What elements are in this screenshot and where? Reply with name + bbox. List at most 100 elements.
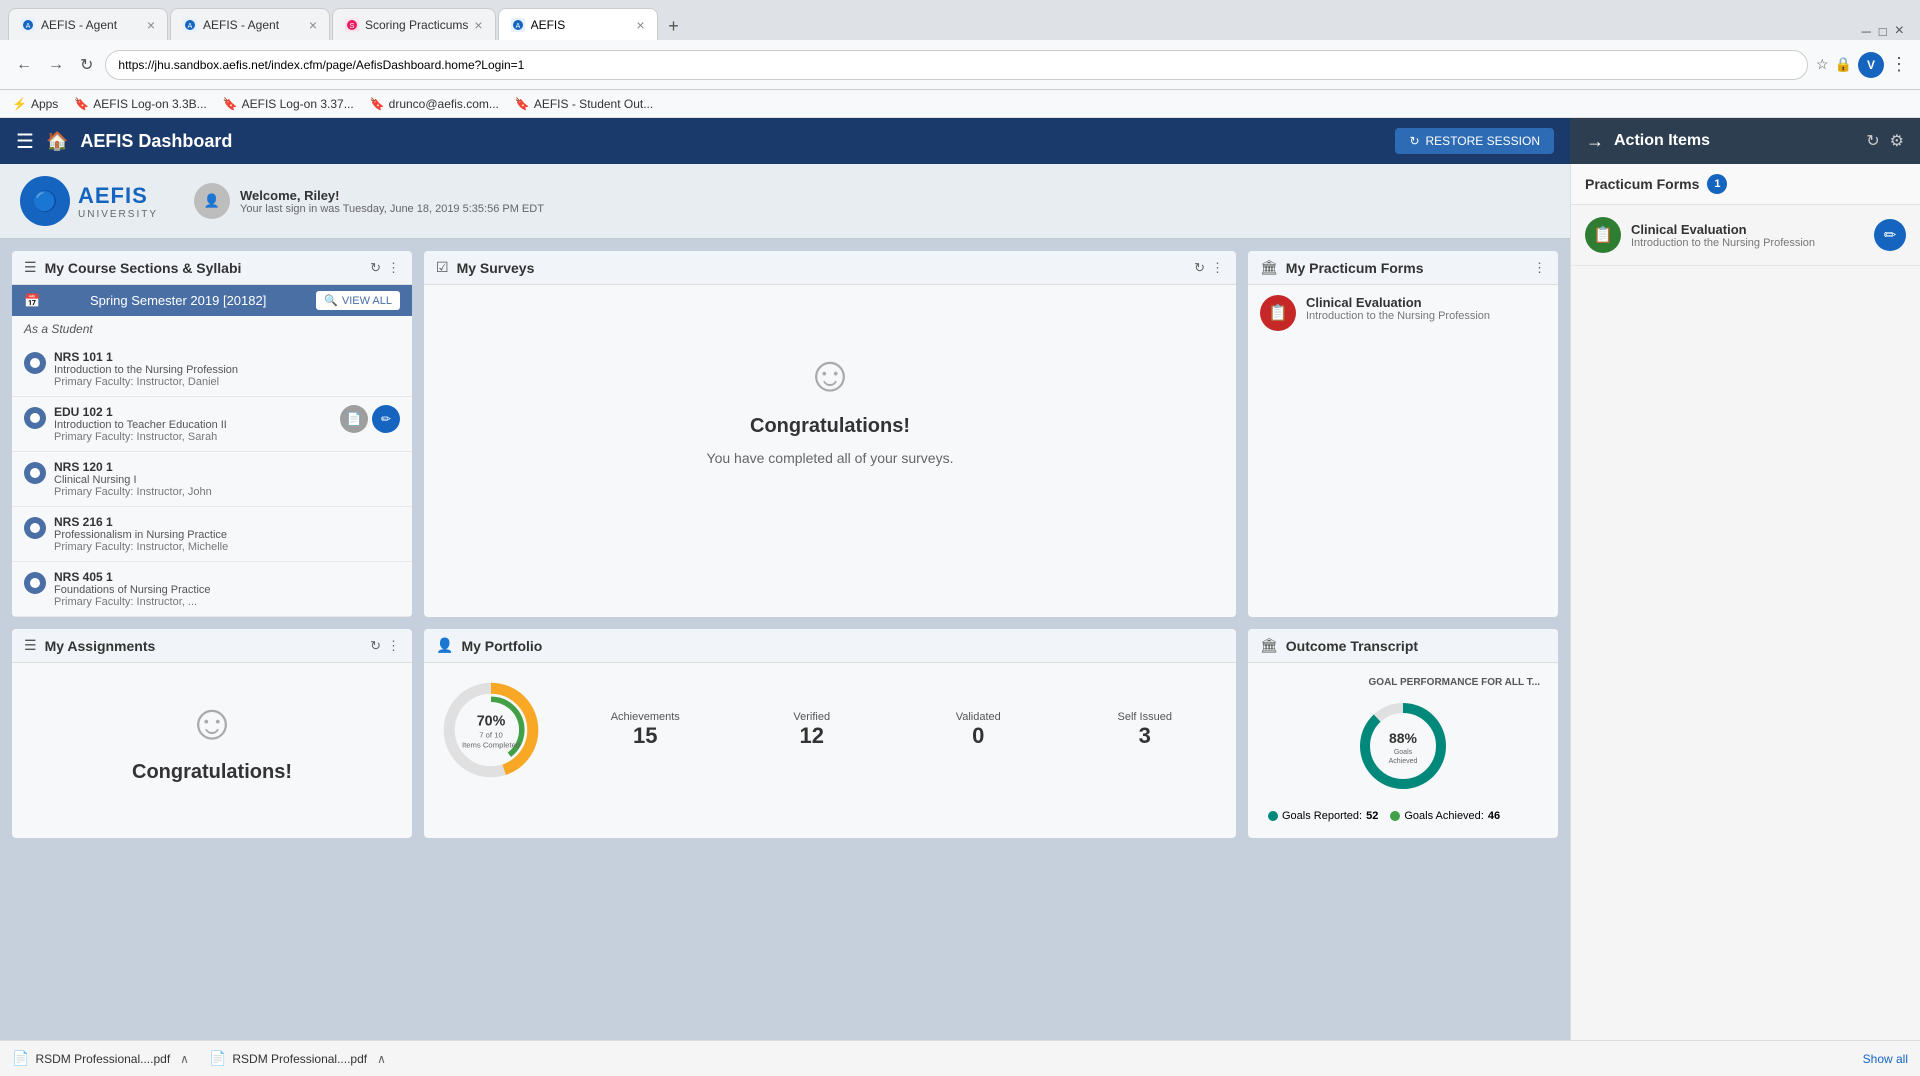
- course-actions-edu102: 📄 ✏: [340, 405, 400, 433]
- tab-4-close[interactable]: ×: [636, 17, 644, 33]
- minimize-button[interactable]: ─: [1862, 24, 1871, 39]
- new-tab-button[interactable]: +: [660, 12, 688, 40]
- tab-3[interactable]: S Scoring Practicums ×: [332, 8, 496, 40]
- assignments-refresh-icon[interactable]: ↻: [370, 638, 381, 654]
- bookmark-aefis-2[interactable]: 🔖 AEFIS Log-on 3.37...: [223, 97, 354, 111]
- svg-text:7 of 10: 7 of 10: [479, 731, 503, 740]
- course-doc-button-edu102[interactable]: 📄: [340, 405, 368, 433]
- course-sections-icon: ☰: [24, 259, 37, 276]
- course-code-nrs216: NRS 216 1: [54, 515, 400, 529]
- surveys-refresh-icon[interactable]: ↻: [1194, 260, 1205, 276]
- tab-bar: A AEFIS - Agent × A AEFIS - Agent × S Sc…: [0, 0, 1920, 40]
- course-faculty-nrs120: Primary Faculty: Instructor, John: [54, 486, 400, 498]
- main-content: 🔵 AEFIS UNIVERSITY 👤 Welcome, Riley! You…: [0, 164, 1570, 1040]
- portfolio-donut-svg: 70% 7 of 10 Items Completed: [436, 675, 546, 785]
- course-name-nrs216: Professionalism in Nursing Practice: [54, 529, 400, 541]
- forward-button[interactable]: →: [44, 52, 68, 78]
- course-code-nrs101: NRS 101 1: [54, 350, 400, 364]
- svg-text:Items Completed: Items Completed: [462, 741, 520, 750]
- outcome-icon: 🏛: [1260, 637, 1278, 654]
- practicum-more-icon[interactable]: ⋮: [1533, 260, 1546, 276]
- logo-name: AEFIS: [78, 183, 158, 209]
- tab-1[interactable]: A AEFIS - Agent ×: [8, 8, 168, 40]
- hamburger-menu[interactable]: ☰: [16, 129, 34, 154]
- back-button[interactable]: ←: [12, 52, 36, 78]
- assignments-congratulations: ☺ Congratulations!: [12, 663, 412, 814]
- address-input[interactable]: [105, 50, 1808, 80]
- svg-text:Achieved: Achieved: [1389, 758, 1418, 765]
- tab-2-close[interactable]: ×: [309, 17, 317, 33]
- course-dot-nrs405: [24, 572, 46, 594]
- smiley-icon: ☺: [804, 345, 855, 403]
- course-sections-actions: ↻ ⋮: [370, 260, 400, 276]
- close-window-button[interactable]: ×: [1895, 22, 1904, 40]
- user-greeting: Welcome, Riley! Your last sign in was Tu…: [240, 188, 544, 215]
- faculty-name: Instructor, Daniel: [137, 376, 220, 388]
- bookmark-aefis-1[interactable]: 🔖 AEFIS Log-on 3.3B...: [74, 97, 206, 111]
- course-sections-refresh-icon[interactable]: ↻: [370, 260, 381, 276]
- tab-4[interactable]: A AEFIS ×: [498, 8, 658, 40]
- assignments-more-icon[interactable]: ⋮: [387, 638, 400, 654]
- download-item-2[interactable]: 📄 RSDM Professional....pdf ∧: [209, 1050, 386, 1067]
- action-panel-header: → Action Items ↻ ⚙: [1570, 118, 1920, 164]
- maximize-button[interactable]: □: [1879, 24, 1887, 39]
- star-icon[interactable]: ☆: [1816, 56, 1829, 73]
- course-faculty-edu102: Primary Faculty: Instructor, Sarah: [54, 431, 332, 443]
- show-all-downloads[interactable]: Show all: [1863, 1052, 1908, 1066]
- app-header: ☰ 🏠 AEFIS Dashboard ↻ RESTORE SESSION → …: [0, 118, 1920, 164]
- menu-icon[interactable]: ⋮: [1890, 54, 1908, 75]
- tab-3-favicon: S: [345, 18, 359, 32]
- assignments-actions: ↻ ⋮: [370, 638, 400, 654]
- restore-session-button[interactable]: ↻ RESTORE SESSION: [1395, 128, 1554, 154]
- action-edit-button[interactable]: ✏: [1874, 219, 1906, 251]
- validated-value: 0: [899, 723, 1058, 749]
- course-edit-button-edu102[interactable]: ✏: [372, 405, 400, 433]
- download-close-1[interactable]: ∧: [180, 1052, 189, 1066]
- assignments-header: ☰ My Assignments ↻ ⋮: [12, 629, 412, 663]
- outcome-title: Outcome Transcript: [1286, 638, 1546, 654]
- practicum-item-title: Clinical Evaluation: [1306, 295, 1546, 310]
- semester-icon: 📅: [24, 293, 40, 309]
- course-item-nrs405: NRS 405 1 Foundations of Nursing Practic…: [12, 562, 412, 617]
- practicum-item-icon: 📋: [1260, 295, 1296, 331]
- extension-icon[interactable]: 🔒: [1835, 56, 1852, 73]
- course-sections-more-icon[interactable]: ⋮: [387, 260, 400, 276]
- action-settings-button[interactable]: ⚙: [1890, 131, 1904, 151]
- portfolio-header: 👤 My Portfolio: [424, 629, 1236, 663]
- tab-3-close[interactable]: ×: [474, 17, 482, 33]
- bookmark-4-favicon: 🔖: [515, 97, 530, 111]
- surveys-congratulations: ☺ Congratulations! You have completed al…: [424, 285, 1236, 526]
- portfolio-icon: 👤: [436, 637, 453, 654]
- surveys-title: My Surveys: [457, 260, 1187, 276]
- reload-button[interactable]: ↻: [76, 51, 97, 79]
- view-all-button[interactable]: 🔍 VIEW ALL: [316, 291, 400, 310]
- outcome-donut-container: 88% Goals Achieved: [1258, 688, 1548, 804]
- top-nav: ☰ 🏠 AEFIS Dashboard ↻ RESTORE SESSION: [0, 118, 1570, 164]
- user-avatar[interactable]: V: [1858, 52, 1884, 78]
- bookmark-apps[interactable]: ⚡ Apps: [12, 97, 58, 111]
- download-item-1[interactable]: 📄 RSDM Professional....pdf ∧: [12, 1050, 189, 1067]
- tab-4-title: AEFIS: [531, 18, 631, 32]
- bookmark-student[interactable]: 🔖 AEFIS - Student Out...: [515, 97, 653, 111]
- course-info-nrs216: NRS 216 1 Professionalism in Nursing Pra…: [54, 515, 400, 553]
- bookmark-2-label: AEFIS Log-on 3.37...: [242, 97, 354, 111]
- course-name-edu102: Introduction to Teacher Education II: [54, 419, 332, 431]
- verified-value: 12: [733, 723, 892, 749]
- congrats-sub: You have completed all of your surveys.: [707, 450, 954, 466]
- bookmark-drunco[interactable]: 🔖 drunco@aefis.com...: [370, 97, 499, 111]
- practicum-item-info: Clinical Evaluation Introduction to the …: [1306, 295, 1546, 322]
- tab-1-close[interactable]: ×: [147, 17, 155, 33]
- tab-1-title: AEFIS - Agent: [41, 18, 141, 32]
- course-faculty-nrs405: Primary Faculty: Instructor, ...: [54, 596, 400, 608]
- action-refresh-button[interactable]: ↻: [1866, 131, 1879, 151]
- portfolio-stats: Achievements 15 Verified 12 Validated 0: [566, 711, 1224, 749]
- my-assignments-widget: ☰ My Assignments ↻ ⋮ ☺ Congratulations!: [12, 629, 412, 838]
- practicum-icon: 🏛: [1260, 259, 1278, 276]
- surveys-more-icon[interactable]: ⋮: [1211, 260, 1224, 276]
- home-icon[interactable]: 🏠: [46, 131, 68, 152]
- user-info: 👤 Welcome, Riley! Your last sign in was …: [194, 183, 544, 219]
- svg-text:70%: 70%: [477, 714, 506, 730]
- download-close-2[interactable]: ∧: [377, 1052, 386, 1066]
- tab-2[interactable]: A AEFIS - Agent ×: [170, 8, 330, 40]
- portfolio-stat-achievements: Achievements 15: [566, 711, 725, 749]
